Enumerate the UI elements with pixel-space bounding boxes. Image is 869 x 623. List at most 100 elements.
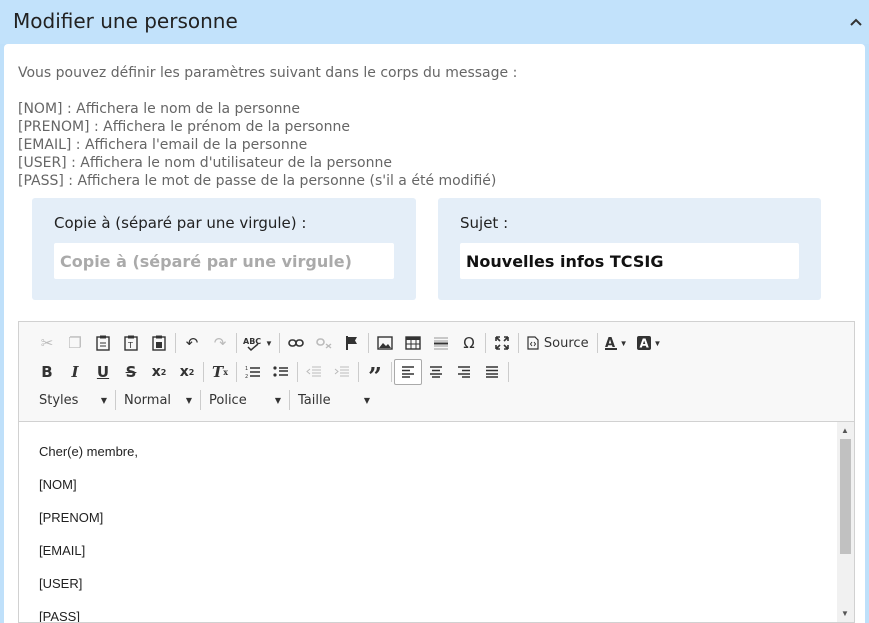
toolbar-separator bbox=[236, 362, 237, 382]
format-label: Normal bbox=[124, 392, 172, 408]
indent-icon[interactable] bbox=[328, 359, 356, 385]
special-char-omega-icon[interactable]: Ω bbox=[455, 330, 483, 356]
text-color-button[interactable]: A ▼ bbox=[600, 330, 632, 356]
styles-label: Styles bbox=[39, 392, 79, 408]
page-title: Modifier une personne bbox=[13, 9, 238, 33]
editor-body[interactable]: Cher(e) membre, [NOM] [PRENOM] [EMAIL] [… bbox=[39, 444, 138, 622]
outdent-icon[interactable] bbox=[300, 359, 328, 385]
svg-text:2: 2 bbox=[245, 374, 248, 379]
size-label: Taille bbox=[298, 392, 331, 408]
toolbar-separator bbox=[596, 333, 598, 353]
blockquote-icon[interactable]: ” bbox=[361, 359, 389, 389]
cc-label: Copie à (séparé par une virgule) : bbox=[54, 214, 307, 232]
remove-format-icon[interactable]: Tx bbox=[206, 359, 234, 385]
toolbar-separator bbox=[391, 362, 392, 382]
subscript-icon[interactable]: x2 bbox=[145, 359, 173, 385]
intro-text: Vous pouvez définir les paramètres suiva… bbox=[18, 65, 518, 81]
anchor-flag-icon[interactable] bbox=[338, 330, 366, 356]
underline-icon[interactable]: U bbox=[89, 359, 117, 385]
paste-word-icon[interactable] bbox=[145, 330, 173, 356]
body-line-prenom: [PRENOM] bbox=[39, 510, 104, 525]
superscript-icon[interactable]: x2 bbox=[173, 359, 201, 385]
caret-down-icon: ▼ bbox=[363, 395, 370, 405]
param-email: [EMAIL] : Affichera l'email de la person… bbox=[18, 137, 308, 153]
param-pass: [PASS] : Affichera le mot de passe de la… bbox=[18, 173, 497, 189]
source-label: Source bbox=[543, 335, 589, 351]
subject-field-group: Sujet : bbox=[438, 198, 821, 300]
spellcheck-button[interactable]: ABC ▼ bbox=[239, 330, 277, 356]
table-icon[interactable] bbox=[399, 330, 427, 356]
paste-text-icon[interactable]: T bbox=[117, 330, 145, 356]
source-icon bbox=[527, 336, 539, 350]
numbered-list-icon[interactable]: 12 bbox=[239, 359, 267, 385]
paste-icon[interactable] bbox=[89, 330, 117, 356]
redo-icon[interactable]: ↷ bbox=[206, 330, 234, 356]
panel-header[interactable]: Modifier une personne bbox=[0, 0, 869, 44]
body-line-nom: [NOM] bbox=[39, 477, 77, 492]
param-prenom: [PRENOM] : Affichera le prénom de la per… bbox=[18, 119, 350, 135]
toolbar-separator bbox=[175, 333, 176, 353]
justify-icon[interactable] bbox=[478, 359, 506, 385]
horizontal-rule-icon[interactable] bbox=[427, 330, 455, 356]
editor-content-area[interactable]: Cher(e) membre, [NOM] [PRENOM] [EMAIL] [… bbox=[19, 422, 854, 622]
bulleted-list-icon[interactable] bbox=[267, 359, 295, 385]
toolbar-separator bbox=[278, 333, 280, 353]
svg-text:1: 1 bbox=[245, 366, 248, 372]
image-icon[interactable] bbox=[371, 330, 399, 356]
cut-icon[interactable]: ✂ bbox=[33, 330, 61, 356]
styles-dropdown[interactable]: Styles ▼ bbox=[33, 388, 113, 412]
toolbar-separator bbox=[200, 390, 201, 410]
scroll-up-icon[interactable]: ▲ bbox=[841, 426, 849, 435]
toolbar-separator bbox=[367, 333, 369, 353]
link-icon[interactable] bbox=[282, 330, 310, 356]
copy-icon[interactable]: ❐ bbox=[61, 330, 89, 356]
body-line-user: [USER] bbox=[39, 576, 83, 591]
undo-icon[interactable]: ↶ bbox=[178, 330, 206, 356]
toolbar-separator bbox=[484, 333, 486, 353]
param-user: [USER] : Affichera le nom d'utilisateur … bbox=[18, 155, 392, 171]
bold-icon[interactable]: B bbox=[33, 359, 61, 385]
editor-toolbar: ✂ ❐ T ↶ ↷ ABC ▼ Ω Source A ▼ A ▼ B I U S… bbox=[19, 322, 854, 422]
toolbar-separator bbox=[358, 362, 359, 382]
cc-field-group: Copie à (séparé par une virgule) : bbox=[32, 198, 416, 300]
param-nom: [NOM] : Affichera le nom de la personne bbox=[18, 101, 301, 117]
background-color-button[interactable]: A ▼ bbox=[632, 330, 666, 356]
chevron-up-icon[interactable] bbox=[848, 14, 864, 30]
align-right-icon[interactable] bbox=[450, 359, 478, 385]
size-dropdown[interactable]: Taille ▼ bbox=[292, 388, 376, 412]
toolbar-separator bbox=[115, 390, 116, 410]
subject-input[interactable] bbox=[460, 243, 799, 279]
italic-icon[interactable]: I bbox=[61, 359, 89, 385]
scroll-down-icon[interactable]: ▼ bbox=[841, 609, 849, 618]
caret-down-icon: ▼ bbox=[100, 395, 107, 405]
align-center-icon[interactable] bbox=[422, 359, 450, 385]
toolbar-separator bbox=[517, 333, 519, 353]
toolbar-separator bbox=[508, 362, 509, 382]
svg-text:ABC: ABC bbox=[243, 337, 261, 346]
toolbar-separator bbox=[297, 362, 298, 382]
body-line-email: [EMAIL] bbox=[39, 543, 86, 558]
format-dropdown[interactable]: Normal ▼ bbox=[118, 388, 198, 412]
svg-text:T: T bbox=[127, 341, 133, 350]
text-color-icon: A bbox=[604, 336, 617, 351]
caret-down-icon: ▼ bbox=[265, 338, 273, 348]
background-color-icon: A bbox=[636, 336, 651, 351]
align-left-icon[interactable] bbox=[394, 359, 422, 385]
unlink-icon[interactable] bbox=[310, 330, 338, 356]
toolbar-separator bbox=[236, 333, 237, 353]
rich-text-editor: ✂ ❐ T ↶ ↷ ABC ▼ Ω Source A ▼ A ▼ B I U S… bbox=[18, 321, 855, 623]
cc-input[interactable] bbox=[54, 243, 394, 279]
maximize-icon[interactable] bbox=[488, 330, 516, 356]
svg-text:A: A bbox=[639, 337, 649, 351]
toolbar-row-2: B I U S x2 x2 Tx 12 ” bbox=[33, 359, 511, 389]
editor-scrollbar[interactable]: ▲ ▼ bbox=[837, 422, 854, 622]
subject-label: Sujet : bbox=[460, 214, 509, 232]
scroll-thumb[interactable] bbox=[840, 439, 851, 554]
toolbar-row-1: ✂ ❐ T ↶ ↷ ABC ▼ Ω Source A ▼ A ▼ bbox=[33, 330, 665, 356]
body-line-pass: [PASS] bbox=[39, 609, 80, 622]
font-dropdown[interactable]: Police ▼ bbox=[203, 388, 287, 412]
toolbar-separator bbox=[289, 390, 290, 410]
source-button[interactable]: Source bbox=[521, 330, 595, 356]
strikethrough-icon[interactable]: S bbox=[117, 359, 145, 385]
font-label: Police bbox=[209, 392, 247, 408]
